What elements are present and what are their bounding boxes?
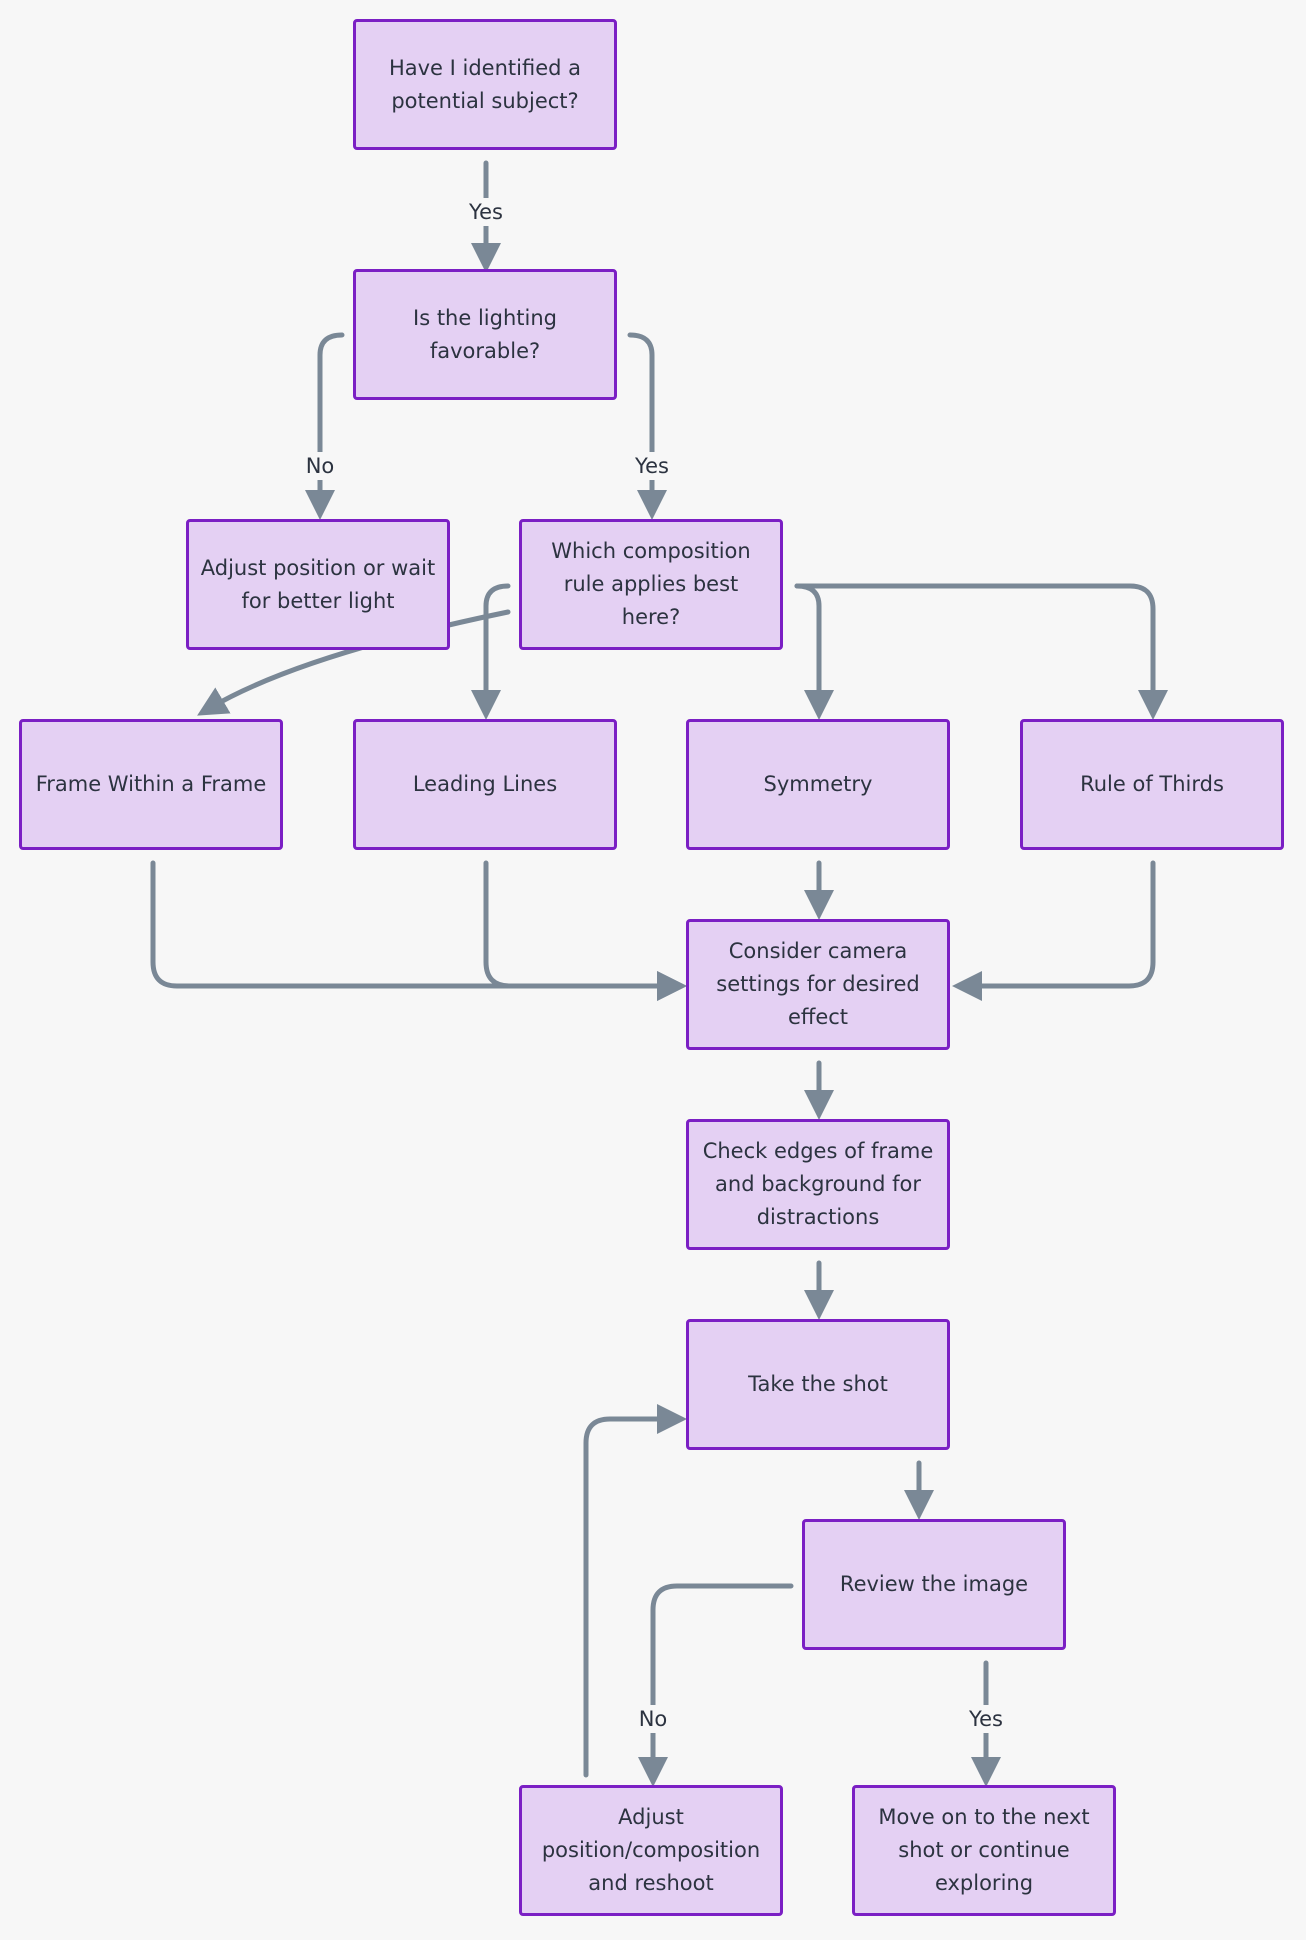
node-composition-label: Which composition rule applies best here…	[551, 539, 751, 629]
node-thirds[interactable]: Rule of Thirds	[1020, 719, 1284, 850]
edges-layer	[150, 160, 1168, 1787]
node-edges-label: Check edges of frame and background for …	[702, 1139, 934, 1229]
node-shot-label: Take the shot	[748, 1372, 888, 1396]
node-subject[interactable]: Have I identified a potential subject?	[353, 19, 617, 150]
edge-thirds-camera	[952, 860, 1156, 1001]
edge-leading-camera	[483, 860, 687, 1001]
edge-composition-symmetry	[794, 583, 834, 720]
edge-frame-camera	[150, 860, 687, 1001]
node-leading[interactable]: Leading Lines	[353, 719, 617, 850]
node-lighting[interactable]: Is the lighting favorable?	[353, 269, 617, 400]
node-move-on-label: Move on to the next shot or continue exp…	[878, 1805, 1090, 1895]
node-shot[interactable]: Take the shot	[686, 1319, 950, 1450]
node-subject-label: Have I identified a potential subject?	[388, 55, 582, 113]
node-symmetry-label: Symmetry	[763, 772, 873, 796]
edge-label-lighting-yes: Yes	[632, 452, 672, 480]
node-move-on[interactable]: Move on to the next shot or continue exp…	[852, 1785, 1116, 1916]
edge-review-reshoot	[638, 1583, 794, 1787]
node-reshoot-label: Adjust position/composition and reshoot	[541, 1805, 761, 1895]
edge-composition-leading	[471, 583, 511, 720]
node-review-label: Review the image	[839, 1572, 1029, 1596]
node-edges[interactable]: Check edges of frame and background for …	[686, 1119, 950, 1250]
edge-label-review-yes: Yes	[966, 1705, 1006, 1733]
node-adjust-light[interactable]: Adjust position or wait for better light	[186, 519, 450, 650]
node-review[interactable]: Review the image	[802, 1519, 1066, 1650]
node-camera[interactable]: Consider camera settings for desired eff…	[686, 919, 950, 1050]
node-thirds-label: Rule of Thirds	[1080, 772, 1224, 796]
edge-label-lighting-no: No	[302, 452, 338, 480]
edge-label-subject-yes: Yes	[466, 198, 506, 226]
node-reshoot[interactable]: Adjust position/composition and reshoot	[519, 1785, 783, 1916]
node-lighting-label: Is the lighting favorable?	[413, 305, 557, 363]
edge-composition-thirds	[794, 583, 1168, 720]
node-composition[interactable]: Which composition rule applies best here…	[519, 519, 783, 650]
node-leading-label: Leading Lines	[412, 772, 558, 796]
edge-label-review-no: No	[635, 1705, 671, 1733]
node-camera-label: Consider camera settings for desired eff…	[716, 939, 920, 1029]
node-adjust-light-label: Adjust position or wait for better light	[200, 555, 436, 613]
node-frame-label: Frame Within a Frame	[35, 772, 267, 796]
node-symmetry[interactable]: Symmetry	[686, 719, 950, 850]
node-frame[interactable]: Frame Within a Frame	[19, 719, 283, 850]
